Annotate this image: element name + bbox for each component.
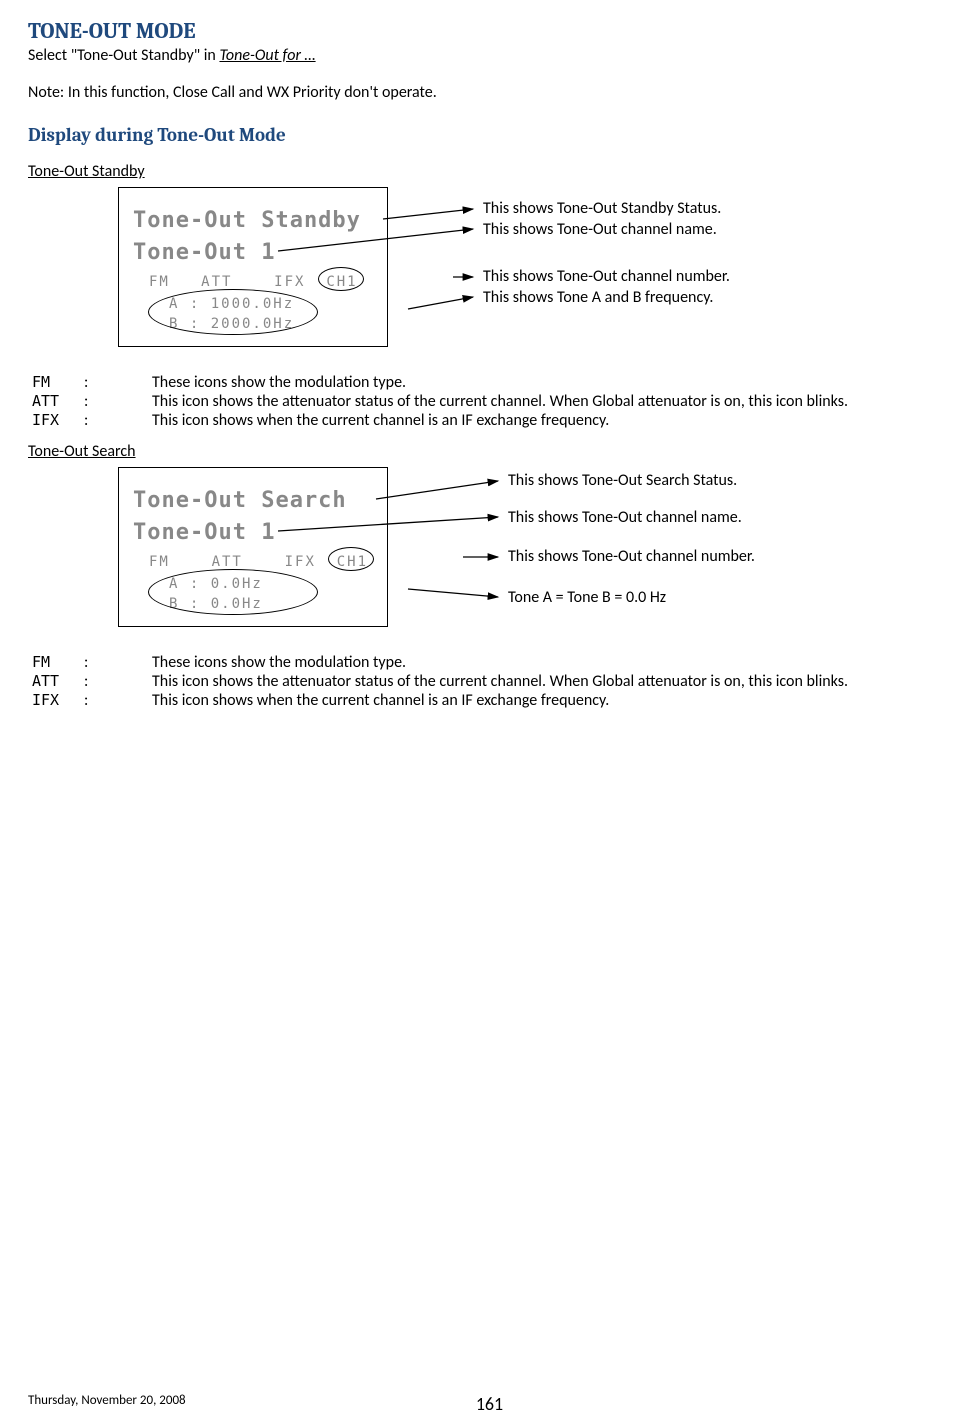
section-heading-display: Display during Tone-Out Mode [28,124,951,146]
table-row: IFX : This icon shows when the current c… [28,411,852,430]
table-row: FM : These icons show the modulation typ… [28,653,852,672]
desc-colon: : [80,691,148,710]
callout-status: This shows Tone-Out Search Status. [508,471,737,490]
desc-text-att: This icon shows the attenuator status of… [148,392,852,411]
desc-colon: : [80,672,148,691]
callout-freq: Tone A = Tone B = 0.0 Hz [508,588,666,607]
footer-page: 161 [476,1393,503,1415]
note-text: Note: In this function, Close Call and W… [28,83,951,102]
table-row: IFX : This icon shows when the current c… [28,691,852,710]
lcd-ifx: IFX [274,274,305,290]
freq-ellipse [148,569,318,615]
standby-diagram: Tone-Out Standby Tone-Out 1 FM ATT IFX C… [28,187,951,367]
lcd-line2: Tone-Out 1 [133,240,275,265]
callout-name: This shows Tone-Out channel name. [483,220,717,239]
lcd-ifx: IFX [285,554,316,570]
desc-colon: : [80,373,148,392]
table-row: FM : These icons show the modulation typ… [28,373,852,392]
desc-text-att: This icon shows the attenuator status of… [148,672,852,691]
desc-key-fm: FM [28,653,80,672]
desc-key-att: ATT [28,392,80,411]
desc-key-ifx: IFX [28,691,80,710]
lcd-line2: Tone-Out 1 [133,520,275,545]
page-footer: Thursday, November 20, 2008 161 [28,1393,951,1408]
standby-desc-table: FM : These icons show the modulation typ… [28,373,852,430]
table-row: ATT : This icon shows the attenuator sta… [28,672,852,691]
callout-freq: This shows Tone A and B frequency. [483,288,713,307]
ch-ellipse [318,267,364,291]
ch-ellipse [328,547,374,571]
search-desc-table: FM : These icons show the modulation typ… [28,653,852,710]
standby-label: Tone-Out Standby [28,162,145,181]
desc-colon: : [80,653,148,672]
intro-prefix: Select "Tone-Out Standby" in [28,46,219,65]
desc-colon: : [80,392,148,411]
desc-colon: : [80,411,148,430]
freq-ellipse [148,289,318,335]
search-diagram: Tone-Out Search Tone-Out 1 FM ATT IFX CH… [28,467,951,647]
lcd-att: ATT [201,274,232,290]
page-title: TONE-OUT MODE [28,18,951,44]
callout-number: This shows Tone-Out channel number. [483,267,730,286]
desc-text-fm: These icons show the modulation type. [148,373,852,392]
desc-key-ifx: IFX [28,411,80,430]
desc-key-fm: FM [28,373,80,392]
desc-text-ifx: This icon shows when the current channel… [148,691,852,710]
lcd-att: ATT [212,554,243,570]
table-row: ATT : This icon shows the attenuator sta… [28,392,852,411]
footer-date: Thursday, November 20, 2008 [28,1393,186,1408]
lcd-fm: FM [149,274,170,290]
lcd-fm: FM [149,554,170,570]
intro-link: Tone-Out for … [219,46,315,65]
lcd-line1: Tone-Out Standby [133,208,361,233]
callout-status: This shows Tone-Out Standby Status. [483,199,721,218]
desc-key-att: ATT [28,672,80,691]
callout-number: This shows Tone-Out channel number. [508,547,755,566]
search-label: Tone-Out Search [28,442,136,461]
intro-text: Select "Tone-Out Standby" in Tone-Out fo… [28,46,951,65]
desc-text-ifx: This icon shows when the current channel… [148,411,852,430]
desc-text-fm: These icons show the modulation type. [148,653,852,672]
lcd-line1: Tone-Out Search [133,488,347,513]
callout-name: This shows Tone-Out channel name. [508,508,742,527]
